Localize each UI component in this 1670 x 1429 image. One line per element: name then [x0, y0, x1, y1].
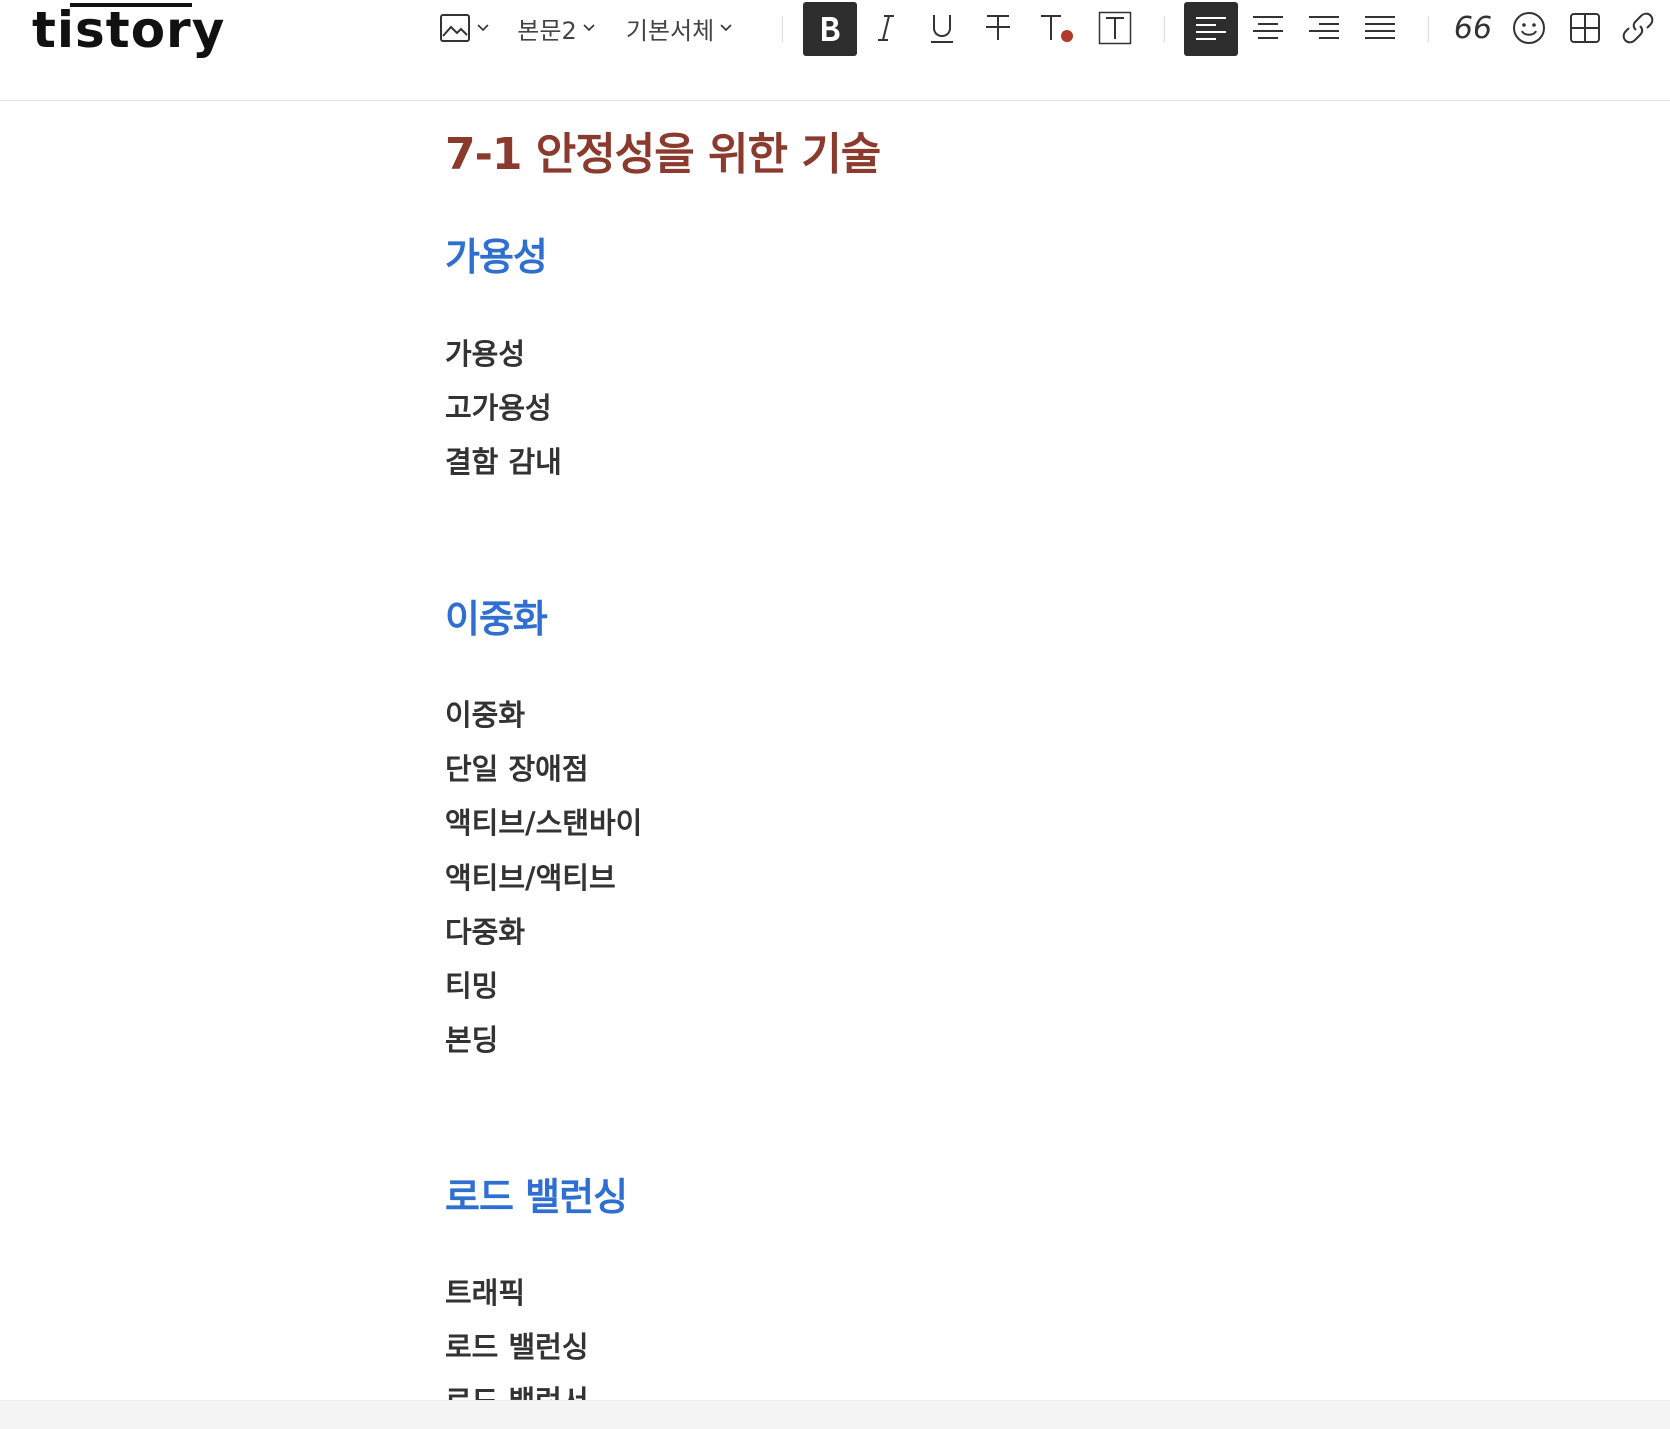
align-justify-icon [1365, 16, 1395, 39]
list-item[interactable]: 트래픽 [445, 1270, 525, 1312]
align-left-icon [1196, 17, 1226, 40]
align-left-button[interactable] [1184, 2, 1238, 56]
quote-icon: 66 [1453, 10, 1493, 46]
list-item[interactable]: 고가용성 [445, 385, 552, 427]
tistory-logo[interactable]: tistory [32, 0, 225, 60]
emoticon-button[interactable] [1502, 2, 1556, 54]
insert-table-button[interactable] [1558, 2, 1612, 54]
section-heading-availability[interactable]: 가용성 [445, 226, 548, 281]
strikethrough-icon [986, 15, 1010, 40]
list-item[interactable]: 가용성 [445, 331, 525, 373]
list-item[interactable]: 다중화 [445, 909, 525, 951]
editor-toolbar: tistory 본문2 기본서체 66 [0, 0, 1670, 101]
list-item[interactable]: 이중화 [445, 692, 525, 734]
table-icon [1570, 13, 1600, 43]
italic-button[interactable] [860, 2, 912, 54]
bold-icon [822, 17, 840, 41]
toolbar-divider [1164, 16, 1165, 42]
list-item[interactable]: 티밍 [445, 963, 498, 1005]
align-right-button[interactable] [1298, 2, 1350, 54]
font-family-select[interactable]: 기본서체 [624, 2, 734, 54]
document-title[interactable]: 7-1 안정성을 위한 기술 [445, 118, 881, 182]
emoticon-icon [1513, 12, 1545, 44]
chevron-down-icon [720, 24, 732, 32]
image-icon [440, 14, 470, 42]
link-icon [1622, 12, 1654, 44]
chevron-down-icon [477, 24, 489, 32]
section-heading-load-balancing[interactable]: 로드 밸런싱 [445, 1166, 628, 1221]
list-item[interactable]: 결함 감내 [445, 439, 562, 481]
bold-button[interactable] [803, 2, 857, 56]
toolbar-divider [1428, 16, 1429, 42]
underline-icon [931, 15, 953, 43]
list-item[interactable]: 액티브/스탠바이 [445, 800, 642, 842]
chevron-down-icon [583, 24, 595, 32]
paragraph-style-label: 본문2 [517, 16, 577, 45]
align-center-button[interactable] [1242, 2, 1294, 54]
list-item[interactable]: 본딩 [445, 1017, 498, 1059]
text-color-icon [1041, 15, 1073, 42]
section-heading-redundancy[interactable]: 이중화 [445, 588, 548, 643]
text-background-button[interactable] [1088, 2, 1142, 54]
align-right-icon [1309, 16, 1339, 39]
list-item[interactable]: 로드 밸런싱 [445, 1324, 589, 1366]
insert-link-button[interactable] [1612, 2, 1664, 54]
align-center-icon [1253, 16, 1283, 39]
text-background-icon [1098, 11, 1132, 45]
paragraph-style-select[interactable]: 본문2 [516, 2, 596, 54]
toolbar-divider [782, 16, 783, 42]
insert-image-button[interactable] [436, 2, 492, 54]
editor-bottom-bar [0, 1400, 1670, 1429]
text-color-button[interactable] [1030, 2, 1084, 54]
underline-button[interactable] [916, 2, 968, 54]
font-family-label: 기본서체 [625, 16, 715, 45]
list-item[interactable]: 액티브/액티브 [445, 855, 616, 897]
strikethrough-button[interactable] [972, 2, 1024, 54]
italic-icon [878, 15, 894, 41]
list-item[interactable]: 단일 장애점 [445, 746, 589, 788]
align-justify-button[interactable] [1354, 2, 1406, 54]
quote-button[interactable]: 66 [1446, 2, 1500, 54]
